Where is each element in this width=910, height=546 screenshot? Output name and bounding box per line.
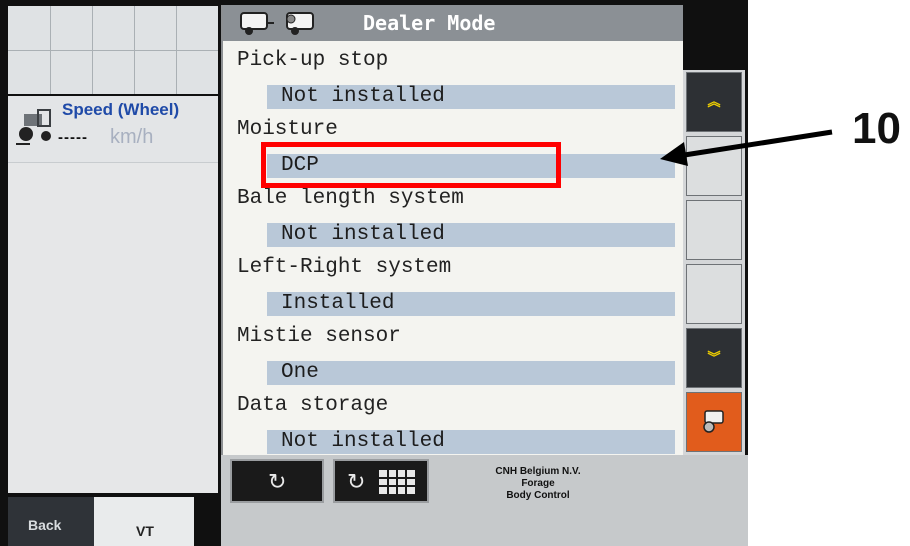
baler-icon [240, 12, 274, 35]
speed-label: Speed (Wheel) [62, 100, 180, 119]
brand-label: CNH Belgium N.V. Forage Body Control [468, 466, 608, 502]
tab-vt[interactable]: VT [94, 497, 194, 546]
refresh-button[interactable]: ↻ [230, 459, 324, 503]
double-chevron-down-icon: ︾ [707, 350, 721, 365]
panel-header: Dealer Mode [223, 5, 683, 41]
scroll-down-button[interactable]: ︾ [686, 328, 742, 388]
grid-line [8, 50, 218, 51]
baler-settings-button[interactable] [686, 392, 742, 452]
brand-line: Body Control [506, 490, 570, 501]
setting-label-pickup-stop: Pick-up stop [237, 49, 389, 72]
setting-value-data-storage[interactable]: Not installed [267, 430, 675, 454]
brand-line: Forage [521, 478, 555, 489]
setting-value-bale-length[interactable]: Not installed [267, 223, 675, 247]
highlight-box [261, 142, 561, 188]
setting-label-data-storage: Data storage [237, 394, 389, 417]
setting-label-bale-length: Bale length system [237, 187, 464, 210]
setting-value-mistie-sensor[interactable]: One [267, 361, 675, 385]
dealer-mode-panel: Dealer Mode Pick-up stop Not installed M… [221, 5, 683, 455]
left-empty-area [8, 163, 218, 493]
left-grid-area [8, 6, 218, 94]
tab-back[interactable]: Back [8, 497, 94, 546]
speed-widget: Speed (Wheel) ----- km/h [8, 96, 218, 163]
speed-unit: km/h [110, 126, 154, 148]
softkey-empty[interactable] [686, 264, 742, 324]
speed-value: ----- [58, 129, 88, 146]
setting-value-left-right[interactable]: Installed [267, 292, 675, 316]
refresh-icon: ↻ [347, 469, 366, 494]
callout-number: 10 [852, 104, 901, 153]
grid-icon [379, 470, 415, 494]
callout-arrow [660, 129, 833, 166]
terminal-screen: Speed (Wheel) ----- km/h Dealer Mode Pic… [0, 0, 748, 546]
setting-label-mistie-sensor: Mistie sensor [237, 325, 401, 348]
setting-value-pickup-stop[interactable]: Not installed [267, 85, 675, 109]
refresh-grid-button[interactable]: ↻ [333, 459, 429, 503]
baler-settings-icon [286, 12, 314, 35]
softkey-empty[interactable] [686, 200, 742, 260]
page-title: Dealer Mode [363, 11, 496, 35]
brand-line: CNH Belgium N.V. [495, 466, 581, 477]
tractor-icon [16, 109, 51, 145]
double-chevron-up-icon: ︽ [707, 94, 721, 109]
baler-gear-icon [703, 410, 724, 433]
setting-label-left-right: Left-Right system [237, 256, 452, 279]
refresh-icon: ↻ [268, 469, 287, 494]
setting-label-moisture: Moisture [237, 118, 338, 141]
